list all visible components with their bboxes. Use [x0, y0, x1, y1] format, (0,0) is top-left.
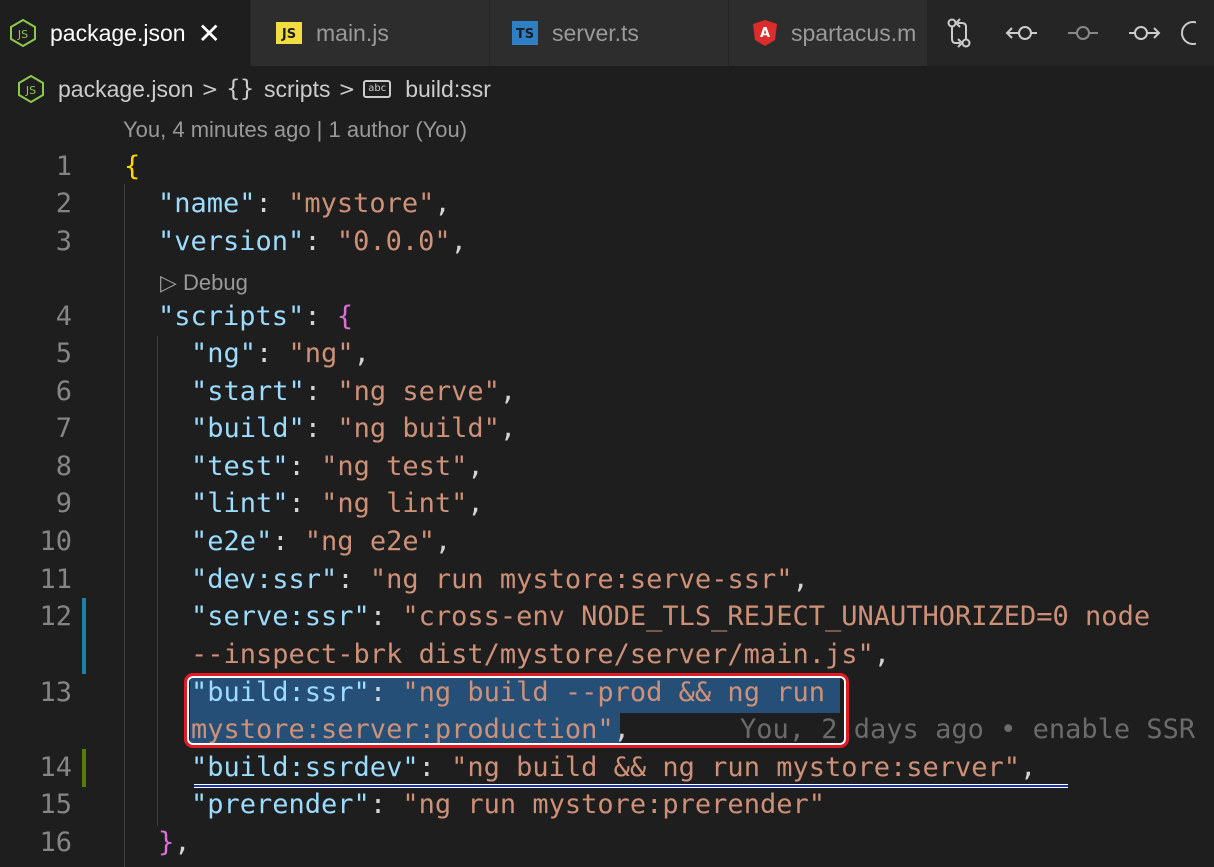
code-line-1: { [124, 148, 140, 186]
indent-guide [124, 184, 125, 867]
code-line-9: "lint": "ng lint", [191, 488, 484, 519]
json-key: "dev:ssr" [191, 564, 338, 595]
code-line-7: "build": "ng build", [191, 413, 517, 444]
code-line-11: "dev:ssr": "ng run mystore:serve-ssr", [191, 564, 809, 595]
indent-guide [157, 336, 158, 826]
json-key: "name" [158, 188, 256, 219]
line-number: 4 [55, 301, 72, 332]
code-line-14: "build:ssrdev": "ng build && ng run myst… [191, 752, 1037, 783]
added-line-marker [82, 749, 86, 787]
code-line-15: "prerender": "ng run mystore:prerender" [191, 789, 825, 820]
line-number: 10 [39, 526, 72, 557]
code-line-5: "ng": "ng", [191, 338, 370, 369]
json-key: "test" [191, 451, 289, 482]
code-line-3: "version": "0.0.0", [158, 226, 467, 257]
line-number: 15 [39, 789, 72, 820]
code-line-12-wrap: --inspect-brk dist/mystore/server/main.j… [191, 639, 890, 670]
highlight-box [184, 673, 849, 748]
json-key: "version" [158, 226, 305, 257]
json-value: "ng lint" [321, 488, 468, 519]
json-key: "ng" [191, 338, 257, 369]
json-value: "ng e2e" [304, 526, 435, 557]
line-number: 5 [55, 338, 72, 369]
code-line-12: "serve:ssr": "cross-env NODE_TLS_REJECT_… [191, 601, 1151, 632]
code-line-10: "e2e": "ng e2e", [191, 526, 452, 557]
json-key: "start" [191, 376, 305, 407]
json-value: "ng serve" [337, 376, 500, 407]
line-number: 14 [39, 752, 72, 783]
line-number: 13 [39, 677, 72, 708]
code-line-16: }, [158, 827, 191, 858]
line-number: 6 [55, 376, 72, 407]
json-value: "ng run mystore:prerender" [402, 789, 825, 820]
json-key: "lint" [191, 488, 289, 519]
code-line-2: "name": "mystore", [158, 188, 451, 219]
json-key: "prerender" [191, 789, 370, 820]
line-number: 7 [55, 413, 72, 444]
line-number: 8 [55, 451, 72, 482]
code-line-8: "test": "ng test", [191, 451, 484, 482]
json-value: "ng" [288, 338, 354, 369]
brace: { [336, 301, 354, 332]
debug-codelens[interactable]: ▷ Debug [160, 266, 248, 300]
line-number: 11 [39, 564, 72, 595]
json-value: "mystore" [288, 188, 435, 219]
line-number: 9 [55, 488, 72, 519]
json-key: "scripts" [158, 301, 305, 332]
line-number: 16 [39, 827, 72, 858]
json-key: "build:ssrdev" [191, 752, 419, 783]
json-value: "ng build" [337, 413, 500, 444]
line-number: 1 [55, 151, 72, 182]
brace: { [124, 151, 141, 182]
json-value: "ng build && ng run mystore:server" [451, 752, 1021, 783]
json-value: "ng test" [321, 451, 468, 482]
json-value: "cross-env NODE_TLS_REJECT_UNAUTHORIZED=… [402, 601, 1151, 632]
json-value: "0.0.0" [336, 226, 451, 257]
modified-line-marker [82, 598, 86, 674]
json-value: "ng run mystore:serve-ssr" [369, 564, 793, 595]
highlight-underline [194, 784, 1068, 788]
json-key: "build" [191, 413, 305, 444]
line-number: 12 [39, 601, 72, 632]
brace: } [158, 827, 175, 858]
code-line-4: "scripts": { [158, 301, 354, 332]
line-number: 3 [55, 226, 72, 257]
code-editor[interactable]: 1 2 3 4 5 6 7 8 9 10 11 12 13 14 15 16 ▷… [0, 0, 1214, 867]
json-key: "e2e" [191, 526, 273, 557]
json-key: "serve:ssr" [191, 601, 370, 632]
line-number: 2 [55, 188, 72, 219]
code-line-6: "start": "ng serve", [191, 376, 517, 407]
json-value: --inspect-brk dist/mystore/server/main.j… [191, 639, 874, 670]
